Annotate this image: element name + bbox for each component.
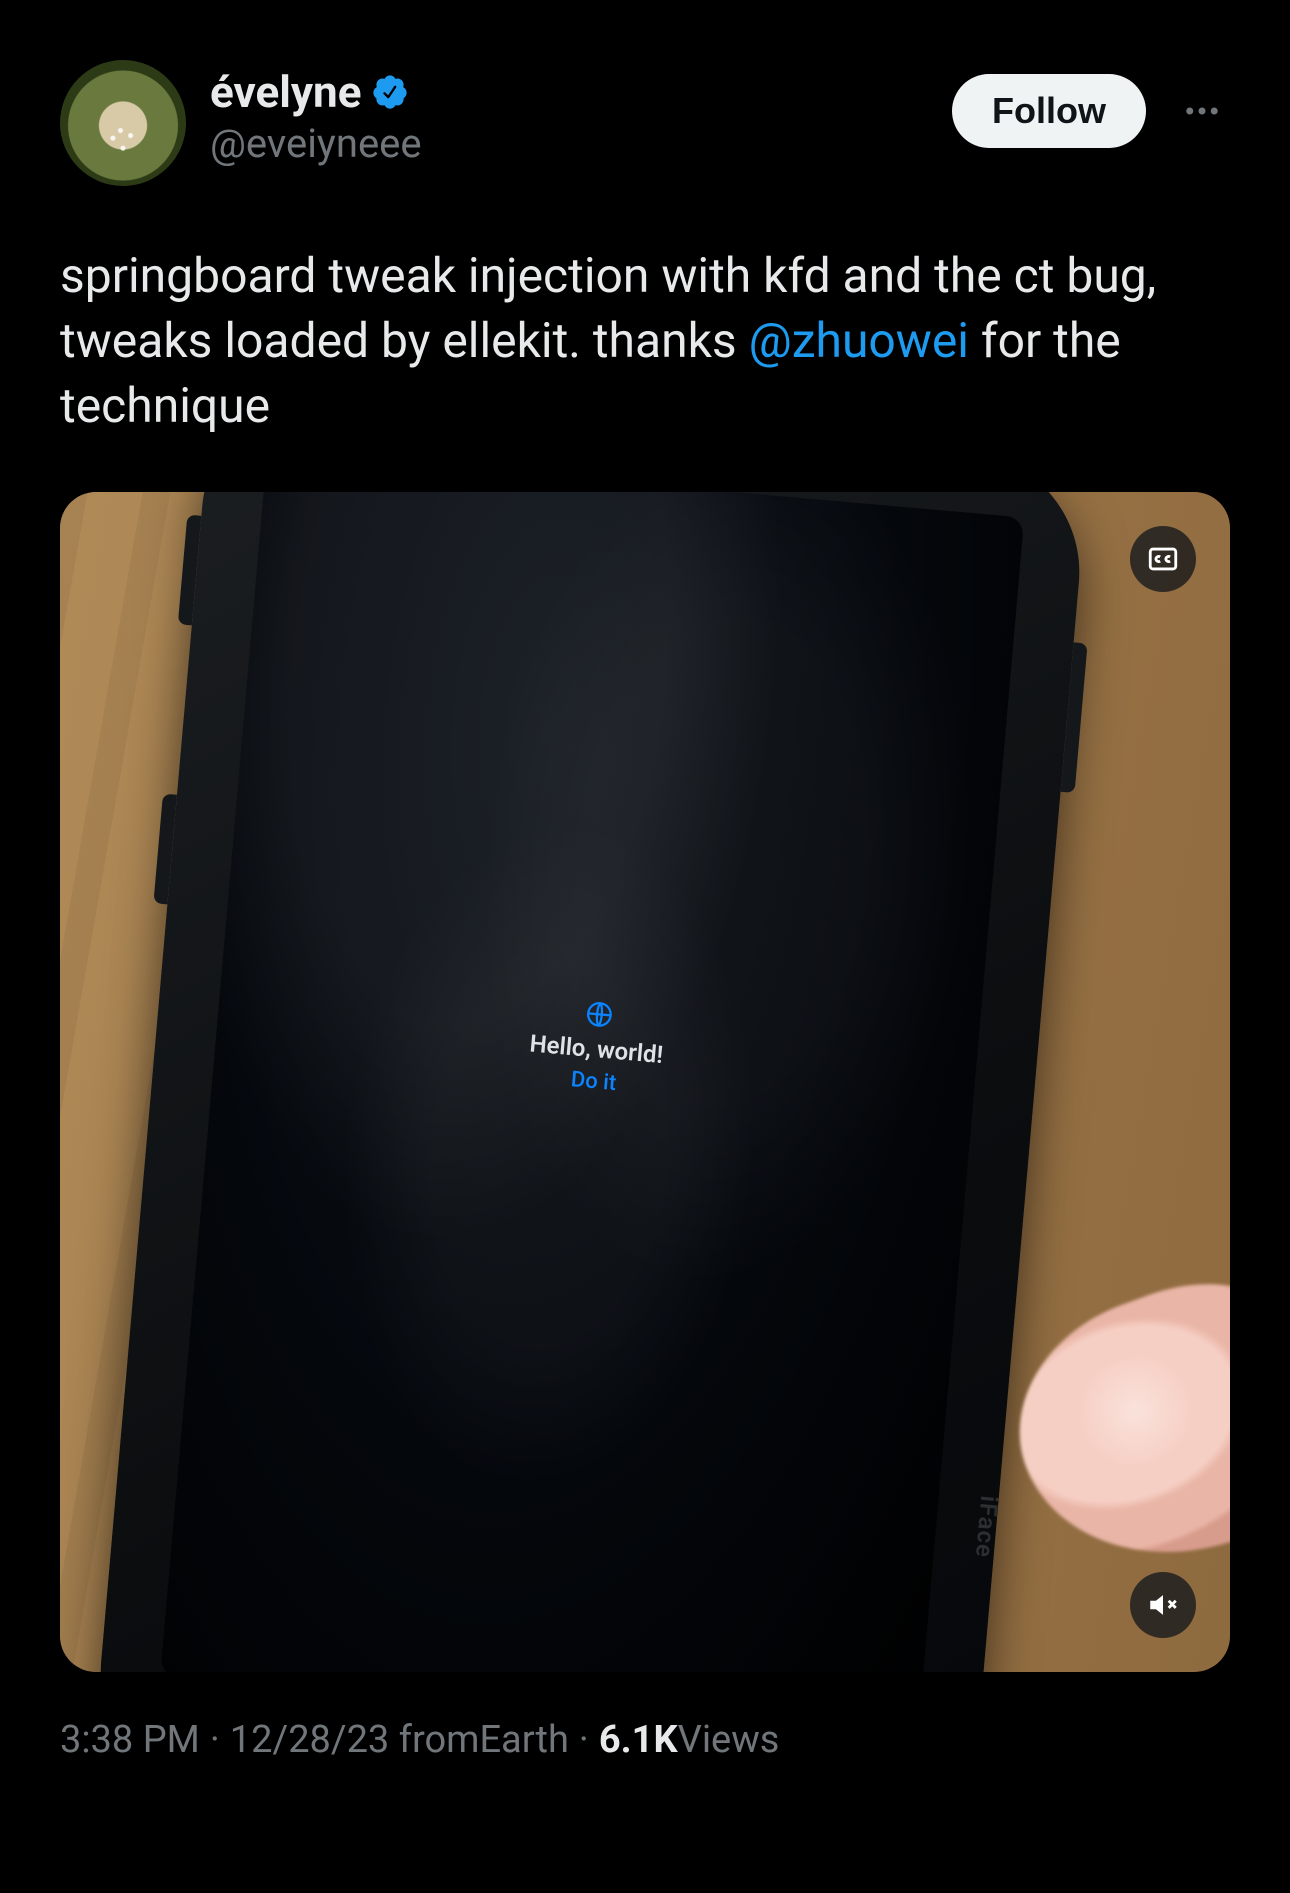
display-name: évelyne [210,66,361,118]
tweet-date[interactable]: 12/28/23 [230,1718,390,1762]
separator-dot: · [569,1718,599,1762]
mention-link[interactable]: @zhuowei [749,312,969,369]
user-handle[interactable]: @eveiyneee [210,120,928,167]
user-name-block: évelyne @eveiyneee [210,60,928,167]
tweet-location[interactable]: Earth [479,1718,568,1762]
display-name-row[interactable]: évelyne [210,66,928,118]
phone-screen-line2: Do it [570,1067,617,1096]
views-count[interactable]: 6.1K [599,1718,678,1762]
mute-button[interactable] [1130,1572,1196,1638]
captions-icon [1146,542,1180,576]
tweet-time[interactable]: 3:38 PM [60,1718,200,1762]
avatar[interactable] [60,60,186,186]
views-label: Views [678,1718,780,1762]
phone-screen-content: Hello, world! Do it [214,966,979,1127]
speaker-muted-icon [1146,1588,1180,1622]
phone-screen: Hello, world! Do it [160,492,1024,1672]
captions-button[interactable] [1130,526,1196,592]
globe-icon [583,998,616,1031]
phone-screen-line1: Hello, world! [529,1029,665,1069]
header-actions: Follow [952,60,1230,148]
tweet-header: évelyne @eveiyneee Follow [60,60,1230,186]
location-prefix: from [399,1718,480,1762]
ellipsis-icon [1181,90,1223,132]
tweet-text: springboard tweak injection with kfd and… [60,244,1230,438]
phone-case-brand: iFace [970,1495,1003,1560]
tweet-metadata: 3:38 PM · 12/28/23 from Earth · 6.1K Vie… [60,1718,1230,1762]
tweet-media-video[interactable]: iFace Hello, world! Do it [60,492,1230,1672]
more-options-button[interactable] [1174,83,1230,139]
verified-badge-icon [371,73,409,111]
separator-dot: · [200,1718,230,1762]
follow-button[interactable]: Follow [952,74,1146,148]
phone-in-video: iFace Hello, world! Do it [91,492,1090,1672]
tweet-container: évelyne @eveiyneee Follow springboard tw… [0,0,1290,1762]
